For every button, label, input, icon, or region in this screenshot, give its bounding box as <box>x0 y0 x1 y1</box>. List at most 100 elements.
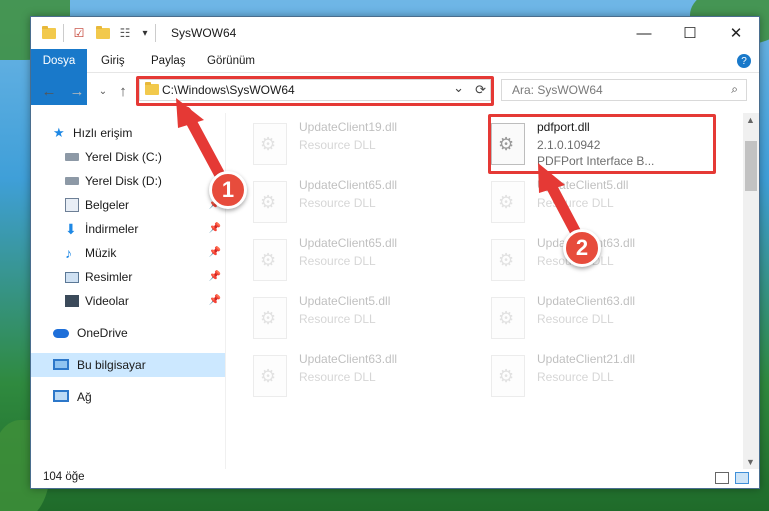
sidebar-item-local-disk-c[interactable]: Yerel Disk (C:) <box>31 145 225 169</box>
dll-file-icon <box>491 239 525 281</box>
address-dropdown-icon[interactable]: ⌄ <box>453 80 464 96</box>
file-name: UpdateClient63.dll <box>537 294 636 308</box>
file-description: Resource DLL <box>537 312 614 326</box>
sidebar-item-label: Belgeler <box>85 198 130 212</box>
dll-file-icon <box>253 355 287 397</box>
minimize-button[interactable]: — <box>621 17 667 49</box>
explorer-window: ☑ ☷ ▾ SysWOW64 — ☐ ✕ Dosya Giriş Paylaş … <box>30 16 760 489</box>
customize-quick-access-icon[interactable]: ▾ <box>137 25 153 41</box>
list-item[interactable]: UpdateClient5.dll Resource DLL <box>237 291 467 347</box>
file-description: PDFPort Interface B... <box>537 154 655 168</box>
scrollbar-thumb[interactable] <box>745 141 757 191</box>
maximize-button[interactable]: ☐ <box>667 17 713 49</box>
properties-icon[interactable]: ☑ <box>71 25 87 41</box>
file-description: Resource DLL <box>299 370 376 384</box>
scroll-up-icon[interactable]: ▲ <box>746 115 755 125</box>
documents-icon <box>65 198 79 212</box>
network-icon <box>53 390 69 402</box>
scroll-down-icon[interactable]: ▼ <box>746 457 755 467</box>
sidebar-item-downloads[interactable]: ⬇ İndirmeler 📌 <box>31 217 225 241</box>
list-item[interactable]: UpdateClient5.dll Resource DLL <box>475 175 705 231</box>
sidebar-item-label: Yerel Disk (C:) <box>85 150 162 164</box>
window-title: SysWOW64 <box>171 26 237 40</box>
view-options-icon[interactable]: ☷ <box>117 25 133 41</box>
back-arrow-icon[interactable]: ← <box>39 81 59 101</box>
sidebar-item-label: İndirmeler <box>85 222 139 236</box>
file-version: 2.1.0.10942 <box>537 138 601 152</box>
pin-icon[interactable]: 📌 <box>209 265 221 289</box>
step-badge-1: 1 <box>209 171 247 209</box>
large-icons-view-icon[interactable] <box>735 472 749 484</box>
sidebar-item-pictures[interactable]: Resimler 📌 <box>31 265 225 289</box>
list-item[interactable]: UpdateClient63.dll Resource DLL <box>475 291 705 347</box>
file-description: Resource DLL <box>299 312 376 326</box>
search-input[interactable]: Ara: SysWOW64 ⌕ <box>501 79 747 101</box>
search-icon[interactable]: ⌕ <box>731 82 738 97</box>
pin-icon[interactable]: 📌 <box>209 289 221 313</box>
address-bar[interactable]: C:\Windows\SysWOW64 ⌄ ⟳ <box>139 79 491 101</box>
sidebar-item-quick-access[interactable]: ★ Hızlı erişim <box>31 121 225 145</box>
drive-icon <box>65 153 79 161</box>
close-button[interactable]: ✕ <box>713 17 759 49</box>
list-item[interactable]: UpdateClient19.dll Resource DLL <box>237 117 467 173</box>
tab-gorunum[interactable]: Görünüm <box>197 49 265 73</box>
sidebar-item-label: Yerel Disk (D:) <box>85 174 162 188</box>
sidebar-item-local-disk-d[interactable]: Yerel Disk (D:) <box>31 169 225 193</box>
file-name: UpdateClient65.dll <box>299 178 398 192</box>
dll-file-icon <box>491 181 525 223</box>
navigation-pane: ★ Hızlı erişim Yerel Disk (C:) Yerel Dis… <box>31 113 225 469</box>
tab-paylas[interactable]: Paylaş <box>141 49 196 73</box>
file-name: UpdateClient21.dll <box>537 352 636 366</box>
item-count: 104 öğe <box>43 471 85 483</box>
cloud-icon <box>53 329 69 338</box>
dll-file-icon <box>491 297 525 339</box>
refresh-icon[interactable]: ⟳ <box>475 82 486 98</box>
vertical-scrollbar[interactable]: ▲ ▼ <box>743 113 759 469</box>
sidebar-item-label: Videolar <box>85 294 129 308</box>
pin-icon[interactable]: 📌 <box>209 217 221 241</box>
file-description: Resource DLL <box>299 196 376 210</box>
dll-file-icon <box>253 239 287 281</box>
address-path[interactable]: C:\Windows\SysWOW64 <box>162 83 295 97</box>
help-icon[interactable]: ? <box>737 54 751 68</box>
sidebar-item-videos[interactable]: Videolar 📌 <box>31 289 225 313</box>
sidebar-item-documents[interactable]: Belgeler 📌 <box>31 193 225 217</box>
pictures-icon <box>65 272 79 283</box>
new-folder-icon[interactable] <box>95 25 111 41</box>
list-item-pdfport[interactable]: pdfport.dll 2.1.0.10942 PDFPort Interfac… <box>475 117 705 173</box>
video-icon <box>65 295 79 307</box>
forward-arrow-icon[interactable]: → <box>67 81 87 101</box>
list-item[interactable]: UpdateClient21.dll Resource DLL <box>475 349 705 405</box>
title-bar: ☑ ☷ ▾ SysWOW64 — ☐ ✕ <box>31 17 759 49</box>
download-icon: ⬇ <box>65 221 77 237</box>
file-description: Resource DLL <box>299 138 376 152</box>
sidebar-item-label: Ağ <box>77 390 92 404</box>
navigation-bar: ← → ⌄ ↑ C:\Windows\SysWOW64 ⌄ ⟳ Ara: Sys… <box>31 73 759 109</box>
file-description: Resource DLL <box>537 196 614 210</box>
up-arrow-icon[interactable]: ↑ <box>113 81 133 101</box>
tab-giris[interactable]: Giriş <box>91 49 135 73</box>
file-name: UpdateClient65.dll <box>299 236 398 250</box>
sidebar-item-label: Müzik <box>85 246 117 260</box>
list-item[interactable]: UpdateClient65.dll Resource DLL <box>237 233 467 289</box>
sidebar-item-onedrive[interactable]: OneDrive <box>31 321 225 345</box>
recent-locations-icon[interactable]: ⌄ <box>93 81 113 101</box>
folder-icon[interactable] <box>41 25 57 41</box>
file-name: UpdateClient5.dll <box>537 178 629 192</box>
computer-icon <box>53 359 69 370</box>
sidebar-item-this-pc[interactable]: Bu bilgisayar <box>31 353 225 377</box>
pin-icon[interactable]: 📌 <box>209 241 221 265</box>
dll-file-icon <box>253 181 287 223</box>
sidebar-item-network[interactable]: Ağ <box>31 385 225 409</box>
file-name: UpdateClient19.dll <box>299 120 398 134</box>
list-item[interactable]: UpdateClient65.dll Resource DLL <box>237 175 467 231</box>
file-name: UpdateClient63.dll <box>299 352 398 366</box>
details-view-icon[interactable] <box>715 472 729 484</box>
file-description: Resource DLL <box>299 254 376 268</box>
dll-file-icon <box>253 297 287 339</box>
list-item[interactable]: UpdateClient63.dll Resource DLL <box>237 349 467 405</box>
drive-icon <box>65 177 79 185</box>
ribbon-tabs: Dosya Giriş Paylaş Görünüm ? <box>31 49 759 105</box>
sidebar-item-music[interactable]: ♪ Müzik 📌 <box>31 241 225 265</box>
sidebar-item-label: OneDrive <box>77 326 128 340</box>
